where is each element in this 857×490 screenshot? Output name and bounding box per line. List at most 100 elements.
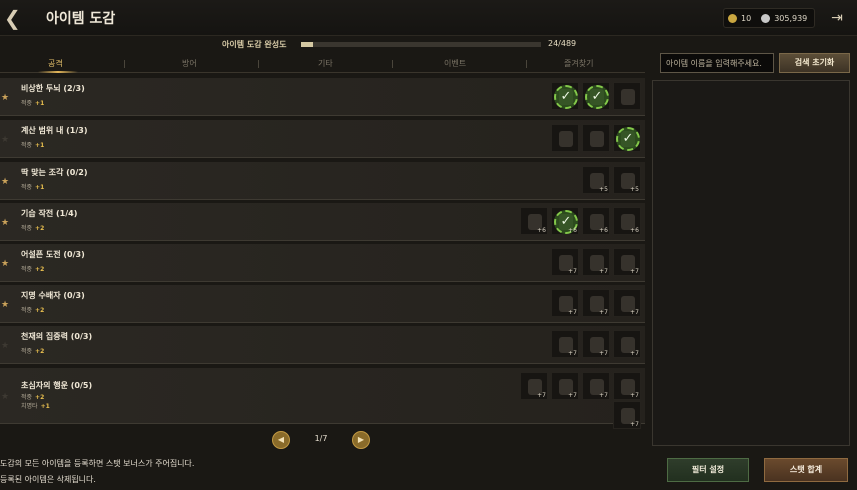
footer-note-2: 등록된 아이템은 삭제됩니다. <box>0 475 96 484</box>
favorite-star-icon[interactable]: ★ <box>1 218 11 228</box>
stat-sum-button[interactable]: 스탯 합계 <box>764 458 848 482</box>
item-slot[interactable]: +7 <box>582 248 610 276</box>
collection-row[interactable]: ★ 딱 맞는 조각 (0/2) 적중 +1 +5 +5 <box>0 162 645 200</box>
enhance-level: +6 <box>537 227 546 234</box>
stat-value: +2 <box>35 307 45 314</box>
search-input[interactable]: 아이템 이름을 입력해주세요. <box>660 53 774 73</box>
item-slot[interactable]: +7 <box>613 372 641 400</box>
tab-separator <box>258 60 259 68</box>
stat-detail-panel <box>652 80 850 446</box>
pagination: ◀ 1/7 ▶ <box>272 431 370 449</box>
favorite-star-icon[interactable]: ★ <box>1 341 11 351</box>
collection-row[interactable]: ★ 천재의 집중력 (0/3) 적중 +2 +7 +7 +7 <box>0 326 645 364</box>
set-bonus-stat: 적중 +1 <box>21 98 44 107</box>
enhance-level: +7 <box>630 421 639 428</box>
tab-etc[interactable]: 기타 <box>318 58 333 69</box>
collection-row[interactable]: ★ 계산 범위 내 (1/3) 적중 +1 ✓ <box>0 120 645 158</box>
item-slot[interactable]: +7 <box>582 330 610 358</box>
tab-separator <box>392 60 393 68</box>
tab-event[interactable]: 이벤트 <box>444 58 466 69</box>
search-reset-button[interactable]: 검색 초기화 <box>779 53 850 73</box>
enhance-level: +7 <box>630 392 639 399</box>
collection-row[interactable]: ★ 초심자의 행운 (0/5) 적중 +2 치명타 +1 +7 +7 +7 +7 +7 <box>0 368 645 429</box>
progress-bar <box>301 42 541 47</box>
item-slot[interactable]: +7 <box>613 248 641 276</box>
registered-check-icon: ✓ <box>585 85 609 109</box>
item-slot[interactable]: +6 <box>582 207 610 235</box>
filter-settings-button[interactable]: 필터 설정 <box>667 458 749 482</box>
item-slot[interactable]: +5 <box>613 166 641 194</box>
enhance-level: +6 <box>599 227 608 234</box>
footer-note-1: 도감의 모든 아이템을 등록하면 스탯 보너스가 주어집니다. <box>0 459 195 468</box>
favorite-star-icon[interactable]: ★ <box>1 93 11 103</box>
collection-row[interactable]: ★ 비상한 두뇌 (2/3) 적중 +1 ✓ ✓ <box>0 78 645 116</box>
stat-label: 적중 <box>21 225 33 232</box>
set-bonus-stat: 적중 +2 <box>21 264 44 273</box>
item-slot[interactable] <box>613 82 641 110</box>
item-slot[interactable]: +7 <box>582 372 610 400</box>
collection-list: ★ 비상한 두뇌 (2/3) 적중 +1 ✓ ✓ ★ 계산 범위 내 (1/3) 적중 +1 ✓ ★ 딱… <box>0 78 645 429</box>
item-slot[interactable]: +7 <box>582 289 610 317</box>
stat-label: 적중 <box>21 266 33 273</box>
item-slot[interactable]: +7 <box>551 248 579 276</box>
stat-label: 적중 <box>21 348 33 355</box>
set-name: 어설픈 도전 (0/3) <box>21 250 85 259</box>
back-icon[interactable]: ❮ <box>4 6 30 30</box>
gold-coin-icon <box>728 13 737 23</box>
item-slot[interactable]: ✓ <box>613 124 641 152</box>
prev-page-icon[interactable]: ◀ <box>272 431 290 449</box>
item-slot[interactable]: ✓ <box>551 82 579 110</box>
tab-defense[interactable]: 방어 <box>182 58 197 69</box>
tab-favorites[interactable]: 즐겨찾기 <box>564 58 593 69</box>
favorite-star-icon[interactable]: ★ <box>1 135 11 145</box>
set-bonus-stat: 적중 +1 <box>21 140 44 149</box>
registered-check-icon: ✓ <box>616 127 640 151</box>
enhance-level: +7 <box>630 268 639 275</box>
collection-row[interactable]: ★ 어설픈 도전 (0/3) 적중 +2 +7 +7 +7 <box>0 244 645 282</box>
stat-value: +2 <box>35 348 45 355</box>
item-slot[interactable] <box>582 124 610 152</box>
collection-row[interactable]: ★ 기습 작전 (1/4) 적중 +2 +6 ✓ +6 +6 +6 <box>0 203 645 241</box>
enhance-level: +7 <box>568 268 577 275</box>
stat-value: +2 <box>35 266 45 273</box>
gem-amount: 305,939 <box>774 13 808 23</box>
active-tab-indicator <box>38 71 78 73</box>
stat-label: 적중 <box>21 142 33 149</box>
page-indicator: 1/7 <box>314 434 328 443</box>
item-slot[interactable] <box>551 124 579 152</box>
enhance-level: +5 <box>599 186 608 193</box>
enhance-level: +7 <box>599 268 608 275</box>
enhance-level: +7 <box>537 392 546 399</box>
favorite-star-icon[interactable]: ★ <box>1 392 11 402</box>
collection-row[interactable]: ★ 지명 수배자 (0/3) 적중 +2 +7 +7 +7 <box>0 285 645 323</box>
item-slot[interactable]: +7 <box>551 330 579 358</box>
registered-check-icon: ✓ <box>554 85 578 109</box>
set-bonus-stat: 적중 +2 <box>21 223 44 232</box>
favorite-star-icon[interactable]: ★ <box>1 300 11 310</box>
exit-icon[interactable]: ⇥ <box>827 8 847 28</box>
enhance-level: +7 <box>568 350 577 357</box>
item-slot[interactable]: +7 <box>613 401 641 429</box>
item-slot[interactable]: ✓ <box>582 82 610 110</box>
item-slot[interactable]: +7 <box>551 372 579 400</box>
item-slot[interactable]: +6 <box>520 207 548 235</box>
set-name: 기습 작전 (1/4) <box>21 209 78 218</box>
set-name: 계산 범위 내 (1/3) <box>21 126 88 135</box>
gem-icon <box>761 13 771 23</box>
item-slot[interactable]: +7 <box>613 330 641 358</box>
favorite-star-icon[interactable]: ★ <box>1 177 11 187</box>
favorite-star-icon[interactable]: ★ <box>1 259 11 269</box>
item-slot[interactable]: +7 <box>520 372 548 400</box>
item-slot[interactable]: ✓ +6 <box>551 207 579 235</box>
top-bar: ❮ 아이템 도감 10 305,939 ⇥ <box>0 0 857 36</box>
enhance-level: +7 <box>599 350 608 357</box>
item-slot[interactable]: +5 <box>582 166 610 194</box>
stat-label: 적중 <box>21 100 33 107</box>
item-slot[interactable]: +7 <box>551 289 579 317</box>
item-slot[interactable]: +7 <box>613 289 641 317</box>
item-slot[interactable]: +6 <box>613 207 641 235</box>
next-page-icon[interactable]: ▶ <box>352 431 370 449</box>
tab-attack[interactable]: 공격 <box>48 58 63 69</box>
set-name: 천재의 집중력 (0/3) <box>21 332 93 341</box>
progress-fill <box>301 42 313 47</box>
